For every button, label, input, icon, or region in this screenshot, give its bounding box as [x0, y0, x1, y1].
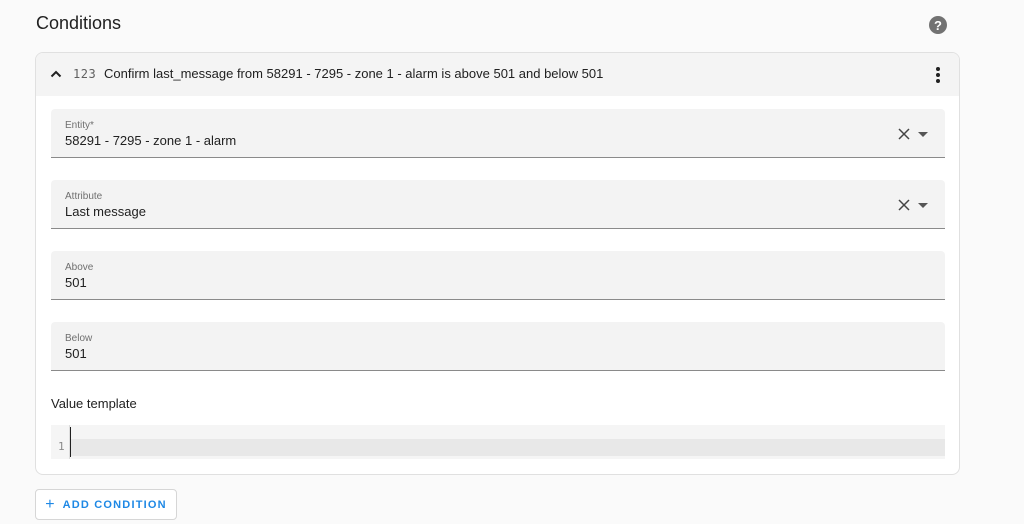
entity-field[interactable]: Entity* 58291 - 7295 - zone 1 - alarm — [51, 109, 945, 158]
more-vert-icon[interactable] — [929, 65, 947, 85]
section-title: Conditions — [36, 13, 122, 33]
dropdown-arrow-icon[interactable] — [917, 131, 929, 139]
above-field-label: Above — [65, 262, 94, 273]
entity-field-label: Entity* — [65, 120, 94, 131]
numeric-icon: 123 — [73, 67, 97, 81]
card-header[interactable]: 123 Confirm last_message from 58291 - 72… — [36, 53, 959, 96]
above-field-value: 501 — [65, 275, 87, 290]
clear-icon[interactable] — [897, 127, 911, 141]
clear-icon[interactable] — [897, 198, 911, 212]
editor-gutter: 1 — [51, 425, 70, 459]
active-line-highlight — [70, 439, 945, 456]
line-number: 1 — [58, 440, 65, 453]
add-condition-label: ADD CONDITION — [62, 498, 167, 511]
attribute-field[interactable]: Attribute Last message — [51, 180, 945, 229]
text-cursor — [70, 427, 71, 457]
attribute-field-label: Attribute — [65, 191, 103, 202]
chevron-up-icon[interactable] — [48, 66, 64, 82]
value-template-label: Value template — [51, 396, 137, 411]
plus-icon: + — [45, 495, 55, 513]
condition-card: 123 Confirm last_message from 58291 - 72… — [35, 52, 960, 475]
above-field[interactable]: Above 501 — [51, 251, 945, 300]
add-condition-button[interactable]: + ADD CONDITION — [35, 489, 177, 520]
below-field[interactable]: Below 501 — [51, 322, 945, 371]
dropdown-arrow-icon[interactable] — [917, 202, 929, 210]
page: Conditions ? 123 Confirm last_message fr… — [0, 0, 1024, 524]
attribute-field-value: Last message — [65, 204, 146, 219]
card-title: Confirm last_message from 58291 - 7295 -… — [104, 66, 604, 81]
entity-field-value: 58291 - 7295 - zone 1 - alarm — [65, 133, 237, 148]
value-template-editor[interactable]: 1 — [51, 425, 945, 459]
below-field-label: Below — [65, 333, 93, 344]
below-field-value: 501 — [65, 346, 87, 361]
help-icon[interactable]: ? — [929, 16, 947, 34]
